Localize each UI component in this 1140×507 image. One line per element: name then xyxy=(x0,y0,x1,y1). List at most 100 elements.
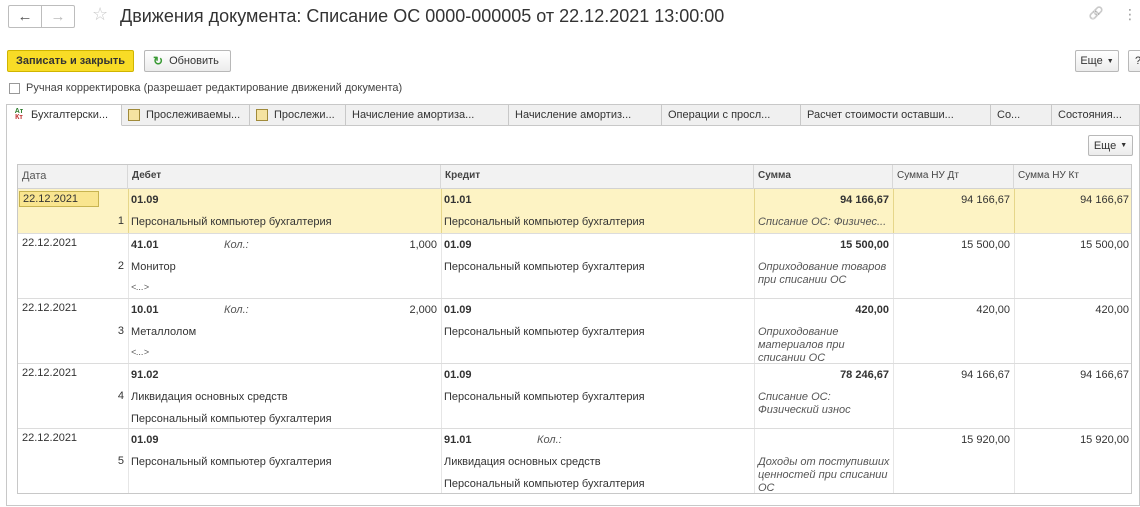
cell-debit-account: 10.01 xyxy=(131,304,159,316)
tab-1[interactable]: Ат Кт Бухгалтерски... xyxy=(6,104,122,126)
cell-credit-account: 01.09 xyxy=(444,239,472,251)
cell-row-number: 3 xyxy=(117,325,124,337)
cell-debit-subconto-1: Ликвидация основных средств xyxy=(131,391,288,403)
cell-debit-subconto-1: Металлолом xyxy=(131,326,197,338)
cell-sum-nu-kt: 15 920,00 xyxy=(1080,434,1129,446)
cell-debit-subconto-1: Монитор xyxy=(131,261,176,273)
back-button[interactable]: ← xyxy=(8,5,42,28)
tab-2[interactable]: Прослеживаемы... xyxy=(122,104,250,126)
panel-more-label: Еще xyxy=(1093,139,1117,152)
accounting-dt-kt-icon: Ат Кт xyxy=(14,108,24,121)
register-tabs: Ат Кт Бухгалтерски... Прослеживаемы... Просл… xyxy=(6,104,1140,126)
cell-debit-account: 01.09 xyxy=(131,194,159,206)
link-icon[interactable]: 🔗 xyxy=(1086,6,1106,23)
tab-label: Прослеживаемы... xyxy=(146,109,241,121)
cell-credit-qty-label: Кол.: xyxy=(537,434,562,446)
cell-sum-nu-dt: 15 920,00 xyxy=(961,434,1010,446)
favorite-star-icon[interactable]: ☆ xyxy=(92,4,108,25)
tab-label: Расчет стоимости оставши... xyxy=(807,109,954,121)
cell-sum: 78 246,67 xyxy=(840,369,889,381)
cell-debit-qty-label: Кол.: xyxy=(224,239,249,251)
table-row[interactable]: 22.12.2021 2 41.01 Кол.: 1,000 Монитор <...> 01… xyxy=(18,234,1131,299)
col-date[interactable]: Дата xyxy=(18,165,128,189)
cell-credit-account: 01.09 xyxy=(444,369,472,381)
table-row[interactable]: 22.12.2021 3 10.01 Кол.: 2,000 Металлолом <...… xyxy=(18,299,1131,364)
cell-row-number: 1 xyxy=(117,215,124,227)
title-bar: ← → ☆ Движения документа: Списание ОС 00… xyxy=(0,0,1140,36)
cell-sum: 94 166,67 xyxy=(840,194,889,206)
cell-content: Доходы от поступивших ценностей при спис… xyxy=(758,456,890,494)
cell-sum-nu-dt: 94 166,67 xyxy=(961,369,1010,381)
tab-7[interactable]: Расчет стоимости оставши... xyxy=(801,104,991,126)
more-menu-icon[interactable]: ⋮ xyxy=(1120,6,1140,23)
tab-5[interactable]: Начисление амортиз... xyxy=(509,104,662,126)
cell-debit-account: 01.09 xyxy=(131,434,159,446)
cell-row-number: 5 xyxy=(117,455,124,467)
tab-8[interactable]: Со... xyxy=(991,104,1052,126)
cell-sum-nu-dt: 94 166,67 xyxy=(961,194,1010,206)
tab-3[interactable]: Прослежи... xyxy=(250,104,346,126)
save-and-close-button[interactable]: Записать и закрыть xyxy=(7,50,134,72)
register-doc-icon xyxy=(128,109,140,121)
cell-sum-nu-kt: 15 500,00 xyxy=(1080,239,1129,251)
cell-debit-subconto-1: Персональный компьютер бухгалтерия xyxy=(131,456,332,468)
refresh-icon: ↻ xyxy=(153,54,164,68)
cell-credit-subconto-2: Персональный компьютер бухгалтерия xyxy=(444,478,645,490)
cell-content: Оприходование товаров при списании ОС xyxy=(758,261,887,286)
cell-credit-subconto-1: Ликвидация основных средств xyxy=(444,456,601,468)
col-sum[interactable]: Сумма xyxy=(754,165,893,189)
more-button[interactable]: Еще ▼ xyxy=(1075,50,1119,72)
manual-edit-label[interactable]: Ручная корректировка (разрешает редактир… xyxy=(26,82,402,94)
cell-sum-nu-dt: 15 500,00 xyxy=(961,239,1010,251)
help-button[interactable]: ? xyxy=(1128,50,1140,72)
more-label: Еще xyxy=(1080,55,1103,67)
tab-label: Со... xyxy=(997,109,1021,121)
tab-label: Начисление амортиза... xyxy=(352,109,475,121)
help-label: ? xyxy=(1135,55,1140,67)
arrow-left-icon: ← xyxy=(17,8,33,25)
table-header: Дата Дебет Кредит Сумма Сумма НУ Дт Сумм… xyxy=(18,165,1131,189)
tab-label: Прослежи... xyxy=(274,109,335,121)
manual-edit-checkbox[interactable] xyxy=(9,82,20,94)
refresh-label: Обновить xyxy=(169,55,219,67)
cell-sum-nu-kt: 420,00 xyxy=(1095,304,1129,316)
col-credit[interactable]: Кредит xyxy=(441,165,754,189)
cell-date: 22.12.2021 xyxy=(22,302,78,314)
save-and-close-label: Записать и закрыть xyxy=(15,55,126,67)
cell-row-number: 4 xyxy=(117,390,124,402)
forward-button[interactable]: → xyxy=(41,5,75,28)
panel-more-button[interactable]: Еще ▼ xyxy=(1088,135,1133,156)
cell-date: 22.12.2021 xyxy=(22,432,78,444)
cell-credit-subconto-1: Персональный компьютер бухгалтерия xyxy=(444,216,645,228)
cell-date: 22.12.2021 xyxy=(22,237,78,249)
tab-6[interactable]: Операции с просл... xyxy=(662,104,801,126)
col-sum-nu-dt[interactable]: Сумма НУ Дт xyxy=(893,165,1014,189)
tab-4[interactable]: Начисление амортиза... xyxy=(346,104,509,126)
movements-table[interactable]: Дата Дебет Кредит Сумма Сумма НУ Дт Сумм… xyxy=(17,164,1132,494)
table-row[interactable]: 22.12.2021 4 91.02 Ликвидация основных сред… xyxy=(18,364,1131,429)
caret-down-icon: ▼ xyxy=(1120,142,1128,149)
cell-debit-subconto-2: <...> xyxy=(131,347,150,357)
cell-debit-subconto-2: <...> xyxy=(131,282,150,292)
cell-sum: 420,00 xyxy=(855,304,889,316)
cell-row-number: 2 xyxy=(117,260,124,272)
cell-debit-account: 41.01 xyxy=(131,239,159,251)
cell-sum-nu-kt: 94 166,67 xyxy=(1080,194,1129,206)
col-debit[interactable]: Дебет xyxy=(128,165,441,189)
refresh-button[interactable]: ↻ Обновить xyxy=(144,50,231,72)
cell-credit-account: 91.01 xyxy=(444,434,472,446)
cell-debit-subconto-2: Персональный компьютер бухгалтерия xyxy=(131,413,332,425)
cell-credit-subconto-1: Персональный компьютер бухгалтерия xyxy=(444,326,645,338)
table-row[interactable]: 22.12.2021 1 01.09 Персональный компьютер б… xyxy=(18,189,1131,234)
cell-sum-nu-kt: 94 166,67 xyxy=(1080,369,1129,381)
cell-credit-subconto-1: Персональный компьютер бухгалтерия xyxy=(444,261,645,273)
tab-9[interactable]: Состояния... xyxy=(1052,104,1140,126)
tab-label: Операции с просл... xyxy=(668,109,771,121)
cell-content: Списание ОС: Физичес... xyxy=(758,216,887,228)
cell-sum: 15 500,00 xyxy=(840,239,889,251)
col-sum-nu-kt[interactable]: Сумма НУ Кт xyxy=(1014,165,1131,189)
cell-content: Оприходование материалов при списании ОС xyxy=(758,326,845,364)
toolbar: Записать и закрыть ↻ Обновить Еще▼ ? xyxy=(0,50,1140,74)
tab-label: Бухгалтерски... xyxy=(31,109,109,121)
table-row[interactable]: 22.12.2021 5 01.09 Персональный компьютер б… xyxy=(18,429,1131,494)
